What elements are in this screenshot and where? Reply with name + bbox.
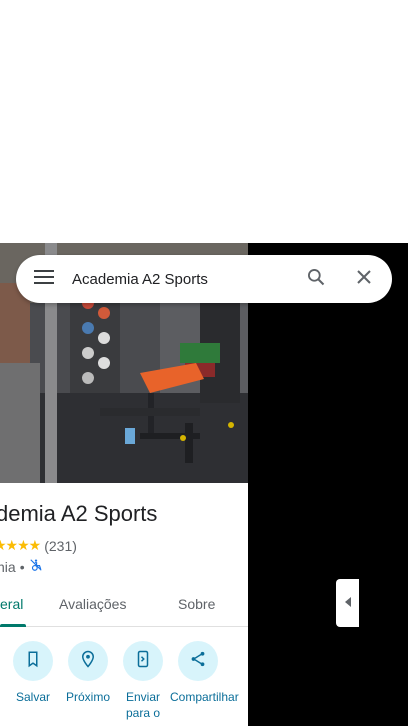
- nearby-button[interactable]: Próximo: [60, 641, 116, 705]
- place-title: demia A2 Sports: [0, 501, 158, 526]
- hamburger-menu-icon: [34, 269, 54, 290]
- no-wheelchair-icon: [29, 558, 43, 575]
- maps-screen: demia A2 Sports ★★★★ (231) nia • eral Av…: [0, 0, 408, 726]
- rating-count: (231): [44, 537, 77, 554]
- send-button-circle: [123, 641, 163, 681]
- nearby-button-circle: [68, 641, 108, 681]
- map-blank-area: [0, 0, 408, 243]
- map-dark-area: [248, 243, 408, 726]
- search-bar[interactable]: Academia A2 Sports: [16, 255, 392, 303]
- save-button-circle: [13, 641, 53, 681]
- send-label: Enviar para o: [125, 690, 161, 720]
- search-input[interactable]: Academia A2 Sports: [72, 271, 292, 288]
- tab-reviews[interactable]: Avaliações: [59, 596, 126, 612]
- place-category: nia: [0, 558, 16, 575]
- tab-active-indicator: [0, 624, 26, 627]
- share-button-circle: [178, 641, 218, 681]
- bookmark-icon: [24, 650, 42, 673]
- close-icon: [356, 269, 372, 290]
- collapse-panel-button[interactable]: [336, 579, 359, 627]
- rating-row[interactable]: ★★★★ (231): [0, 537, 77, 554]
- place-tabs: eral Avaliações Sobre: [0, 587, 248, 627]
- search-icon: [306, 267, 326, 292]
- save-label: Salvar: [15, 690, 50, 704]
- tab-about[interactable]: Sobre: [178, 596, 215, 612]
- tab-overview[interactable]: eral: [0, 596, 23, 612]
- send-to-phone-button[interactable]: Enviar para o: [115, 641, 171, 721]
- clear-search-button[interactable]: [340, 255, 388, 303]
- search-button[interactable]: [292, 255, 340, 303]
- nearby-icon: [79, 650, 97, 673]
- category-row: nia •: [0, 558, 43, 575]
- share-label: Compartilhar: [170, 690, 239, 704]
- menu-button[interactable]: [16, 255, 72, 303]
- place-panel: demia A2 Sports ★★★★ (231) nia • eral Av…: [0, 243, 248, 726]
- share-icon: [189, 650, 207, 673]
- nearby-label: Próximo: [65, 690, 110, 704]
- save-button[interactable]: Salvar: [5, 641, 61, 705]
- share-button[interactable]: Compartilhar: [170, 641, 239, 705]
- send-to-phone-icon: [134, 650, 152, 673]
- caret-left-icon: [344, 594, 352, 612]
- star-rating: ★★★★: [0, 537, 41, 553]
- separator-dot: •: [19, 558, 25, 575]
